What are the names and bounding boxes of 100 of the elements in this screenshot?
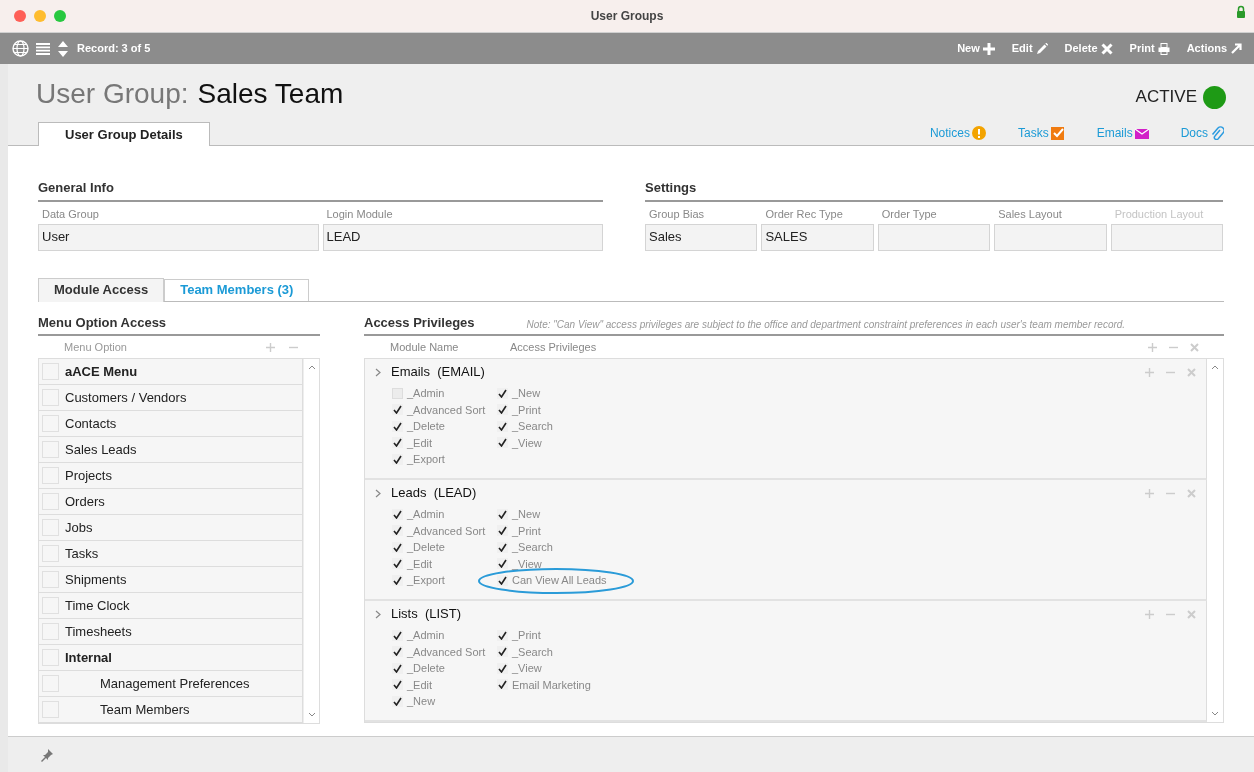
close-button[interactable] xyxy=(14,10,26,22)
checkbox[interactable] xyxy=(497,646,508,658)
column-header: Access Privileges xyxy=(510,340,597,356)
checkbox[interactable] xyxy=(497,541,508,553)
checkbox[interactable] xyxy=(497,420,508,432)
text-field[interactable]: Sales xyxy=(645,223,758,251)
privilege-label: _Search xyxy=(512,540,553,555)
checkbox[interactable] xyxy=(497,525,508,537)
checkbox[interactable] xyxy=(497,558,508,570)
checkbox[interactable] xyxy=(497,662,508,674)
module-name: Leads (LEAD) xyxy=(391,484,477,503)
field-label: Sales Layout xyxy=(997,206,1063,222)
checkbox[interactable] xyxy=(497,574,508,586)
checkbox[interactable] xyxy=(497,629,508,641)
section-heading: General Info xyxy=(38,178,603,202)
privilege-label: _Search xyxy=(512,644,553,660)
menu-option[interactable]: Contacts xyxy=(65,413,117,434)
text-field[interactable]: User xyxy=(38,223,319,251)
checkbox[interactable] xyxy=(392,629,403,641)
up-caret-icon[interactable] xyxy=(1211,364,1219,370)
tab[interactable]: Module Access xyxy=(38,277,165,302)
down-caret-icon[interactable] xyxy=(307,712,316,718)
privilege-label: _Admin xyxy=(407,507,445,522)
checkbox[interactable] xyxy=(392,679,403,691)
record-counter: Record: 3 of 5 xyxy=(77,41,151,57)
text-field[interactable] xyxy=(994,223,1107,251)
checkbox[interactable] xyxy=(392,541,403,553)
checkbox[interactable] xyxy=(497,387,508,399)
privilege-label: _Print xyxy=(512,523,541,539)
privilege-label: _Advanced Sort xyxy=(407,523,486,539)
globe-icon[interactable] xyxy=(12,40,29,57)
window-title: User Groups xyxy=(589,8,665,25)
checkbox[interactable] xyxy=(392,420,403,432)
list-icon[interactable] xyxy=(35,41,51,56)
x-icon xyxy=(1100,42,1113,55)
privilege-label: _Advanced Sort xyxy=(407,402,486,418)
checkbox[interactable] xyxy=(497,508,508,520)
privilege-label: _New xyxy=(512,507,541,522)
privilege-label: _Search xyxy=(512,419,553,434)
menu-option[interactable]: Orders xyxy=(65,491,105,512)
privilege-label: _Delete xyxy=(407,661,445,676)
privilege-label: Can View All Leads xyxy=(512,573,607,588)
exclamation-icon xyxy=(971,126,986,140)
checkbox[interactable] xyxy=(392,453,403,465)
chevron-right-icon[interactable] xyxy=(375,609,381,619)
checkbox[interactable] xyxy=(497,404,508,416)
section-heading: Access Privileges xyxy=(364,313,475,332)
tab[interactable]: User Group Details xyxy=(38,122,210,146)
record-type-label: User Group: xyxy=(36,77,189,111)
plus-icon xyxy=(982,42,995,55)
module-name: Lists (LIST) xyxy=(391,605,462,624)
column-header: Module Name xyxy=(390,340,460,356)
arrow-icon xyxy=(1230,42,1242,55)
up-caret-icon[interactable] xyxy=(307,364,316,370)
column-header: Menu Option xyxy=(64,340,127,356)
privilege-label: _Edit xyxy=(407,677,433,693)
checkbox[interactable] xyxy=(392,404,403,416)
up-down-arrows-icon[interactable] xyxy=(57,39,69,58)
checkbox[interactable] xyxy=(497,437,508,449)
menu-option[interactable]: Tasks xyxy=(65,543,99,564)
checkbox[interactable] xyxy=(392,695,403,707)
field-label: Production Layout xyxy=(1113,206,1205,222)
privilege-label: _Edit xyxy=(407,435,433,451)
privilege-label: _View xyxy=(512,661,542,676)
privilege-label: _View xyxy=(512,556,542,572)
checkbox[interactable] xyxy=(392,525,403,537)
text-field[interactable]: LEAD xyxy=(322,223,603,251)
paperclip-icon xyxy=(1210,126,1224,140)
privilege-label: _Admin xyxy=(407,386,445,401)
pencil-icon xyxy=(1035,42,1048,55)
chevron-right-icon[interactable] xyxy=(375,488,381,498)
field-label: Order Type xyxy=(880,206,938,222)
text-field[interactable]: SALES xyxy=(761,223,874,251)
chevron-right-icon[interactable] xyxy=(375,367,381,377)
checkbox[interactable] xyxy=(392,574,403,586)
note-text: Note: "Can View" access privileges are subject to the office and department constraint preferences in each user's team member record. xyxy=(526,318,1126,332)
checkbox[interactable] xyxy=(392,437,403,449)
checkbox[interactable] xyxy=(392,646,403,658)
privilege-label: _New xyxy=(407,694,436,709)
menu-option[interactable]: Jobs xyxy=(65,517,93,538)
zoom-button[interactable] xyxy=(54,10,66,22)
menu-option[interactable]: Shipments xyxy=(65,569,127,590)
checkbox[interactable] xyxy=(392,558,403,570)
field-label: Order Rec Type xyxy=(764,206,844,222)
privilege-label: _Export xyxy=(407,452,445,467)
status-label: ACTIVE xyxy=(1135,86,1197,109)
pin-icon[interactable] xyxy=(40,747,54,762)
down-caret-icon[interactable] xyxy=(1211,711,1219,717)
checkbox[interactable] xyxy=(497,679,508,691)
menu-option[interactable]: Projects xyxy=(65,465,112,486)
privilege-label: _Admin xyxy=(407,628,445,643)
checkbox[interactable] xyxy=(392,662,403,674)
privilege-label: _View xyxy=(512,435,542,451)
checkbox[interactable] xyxy=(392,508,403,520)
text-field[interactable] xyxy=(877,223,991,251)
menu-option[interactable]: Time Clock xyxy=(65,595,130,616)
menu-option[interactable]: Internal xyxy=(65,647,112,668)
section-heading: Settings xyxy=(645,178,1223,202)
privilege-label: _Delete xyxy=(407,419,445,434)
checkbox-icon xyxy=(1050,126,1065,140)
